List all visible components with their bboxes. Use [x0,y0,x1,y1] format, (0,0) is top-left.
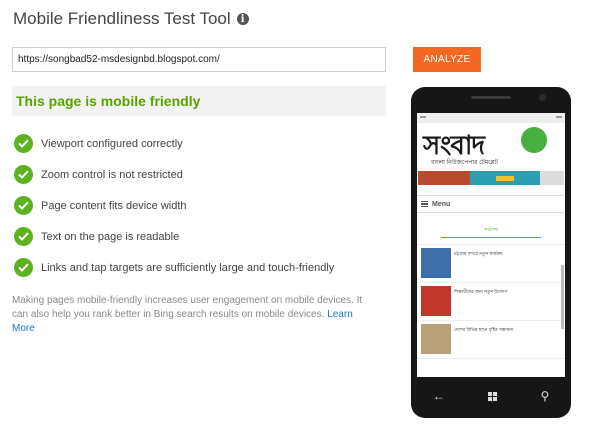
check-item: Page content fits device width [14,190,384,221]
news-list: চট্টগ্রাম বন্দরে নতুন কার্যক্রম শিক্ষার্… [417,244,565,359]
ad-banner-logo [540,171,564,185]
checkmark-icon [14,227,33,246]
phone-screen[interactable]: সংবাদ বাংলা নিউজপেপার টেমপ্লেট Menu সর্ব… [417,113,565,377]
info-icon[interactable]: i [236,13,249,25]
check-label: Text on the page is readable [41,230,180,243]
url-input[interactable] [12,47,386,72]
ad-banner[interactable] [418,171,564,185]
phone-preview: সংবাদ বাংলা নিউজপেপার টেমপ্লেট Menu সর্ব… [411,87,571,418]
site-menu-label: Menu [432,200,451,208]
news-title: চট্টগ্রাম বন্দরে নতুন কার্যক্রম [454,251,503,256]
checkmark-icon [14,134,33,153]
result-headline: This page is mobile friendly [16,93,201,109]
check-label: Zoom control is not restricted [41,168,183,181]
camera-icon [539,94,546,101]
result-banner: This page is mobile friendly [12,86,386,116]
ad-banner-image [418,171,470,185]
info-note-text: Making pages mobile-friendly increases u… [12,295,363,320]
recent-tab[interactable]: সর্বশেষ [441,227,541,238]
site-top-bar-marker [556,116,562,118]
news-thumbnail [421,324,451,354]
checkmark-icon [14,196,33,215]
checkmark-icon [14,258,33,277]
check-item: Viewport configured correctly [14,128,384,159]
check-item: Text on the page is readable [14,221,384,252]
news-thumbnail [421,248,451,278]
site-logo: সংবাদ বাংলা নিউজপেপার টেমপ্লেট [417,123,565,169]
site-logo-subtitle: বাংলা নিউজপেপার টেমপ্লেট [431,160,498,166]
scrollbar[interactable] [561,265,564,329]
list-item[interactable]: দেশের বিভিন্ন স্থানে বৃষ্টির সম্ভাবনা [417,321,565,359]
checkmark-icon [14,165,33,184]
check-item: Zoom control is not restricted [14,159,384,190]
news-title: শিক্ষার্থীদের জন্য নতুন উদ্যোগ [454,289,508,294]
news-thumbnail [421,286,451,316]
check-item: Links and tap targets are sufficiently l… [14,252,384,283]
check-label: Page content fits device width [41,199,187,212]
hamburger-icon [421,201,428,207]
search-icon[interactable]: ⚲ [540,389,549,403]
check-label: Links and tap targets are sufficiently l… [41,261,335,274]
checklist: Viewport configured correctly Zoom contr… [14,128,384,283]
ad-banner-body [470,171,540,185]
site-menu-bar[interactable]: Menu [417,195,565,213]
speaker-grille [471,96,511,99]
page-title: Mobile Friendliness Test Tool i [13,9,249,29]
ad-banner-button [496,175,514,181]
list-item[interactable]: চট্টগ্রাম বন্দরে নতুন কার্যক্রম [417,245,565,283]
phone-nav-bar: ← ⚲ [411,381,571,411]
site-top-bar [417,113,565,123]
phone-top-bezel [411,87,571,113]
site-top-bar-marker [420,116,426,118]
check-label: Viewport configured correctly [41,137,183,150]
list-item[interactable]: শিক্ষার্থীদের জন্য নতুন উদ্যোগ [417,283,565,321]
page-title-text: Mobile Friendliness Test Tool [13,9,231,28]
info-note: Making pages mobile-friendly increases u… [12,294,372,336]
analyze-button[interactable]: ANALYZE [413,47,481,72]
back-arrow-icon[interactable]: ← [433,389,445,403]
news-title: দেশের বিভিন্ন স্থানে বৃষ্টির সম্ভাবনা [454,327,514,332]
windows-start-icon[interactable] [488,391,498,401]
site-logo-emblem [521,127,547,153]
